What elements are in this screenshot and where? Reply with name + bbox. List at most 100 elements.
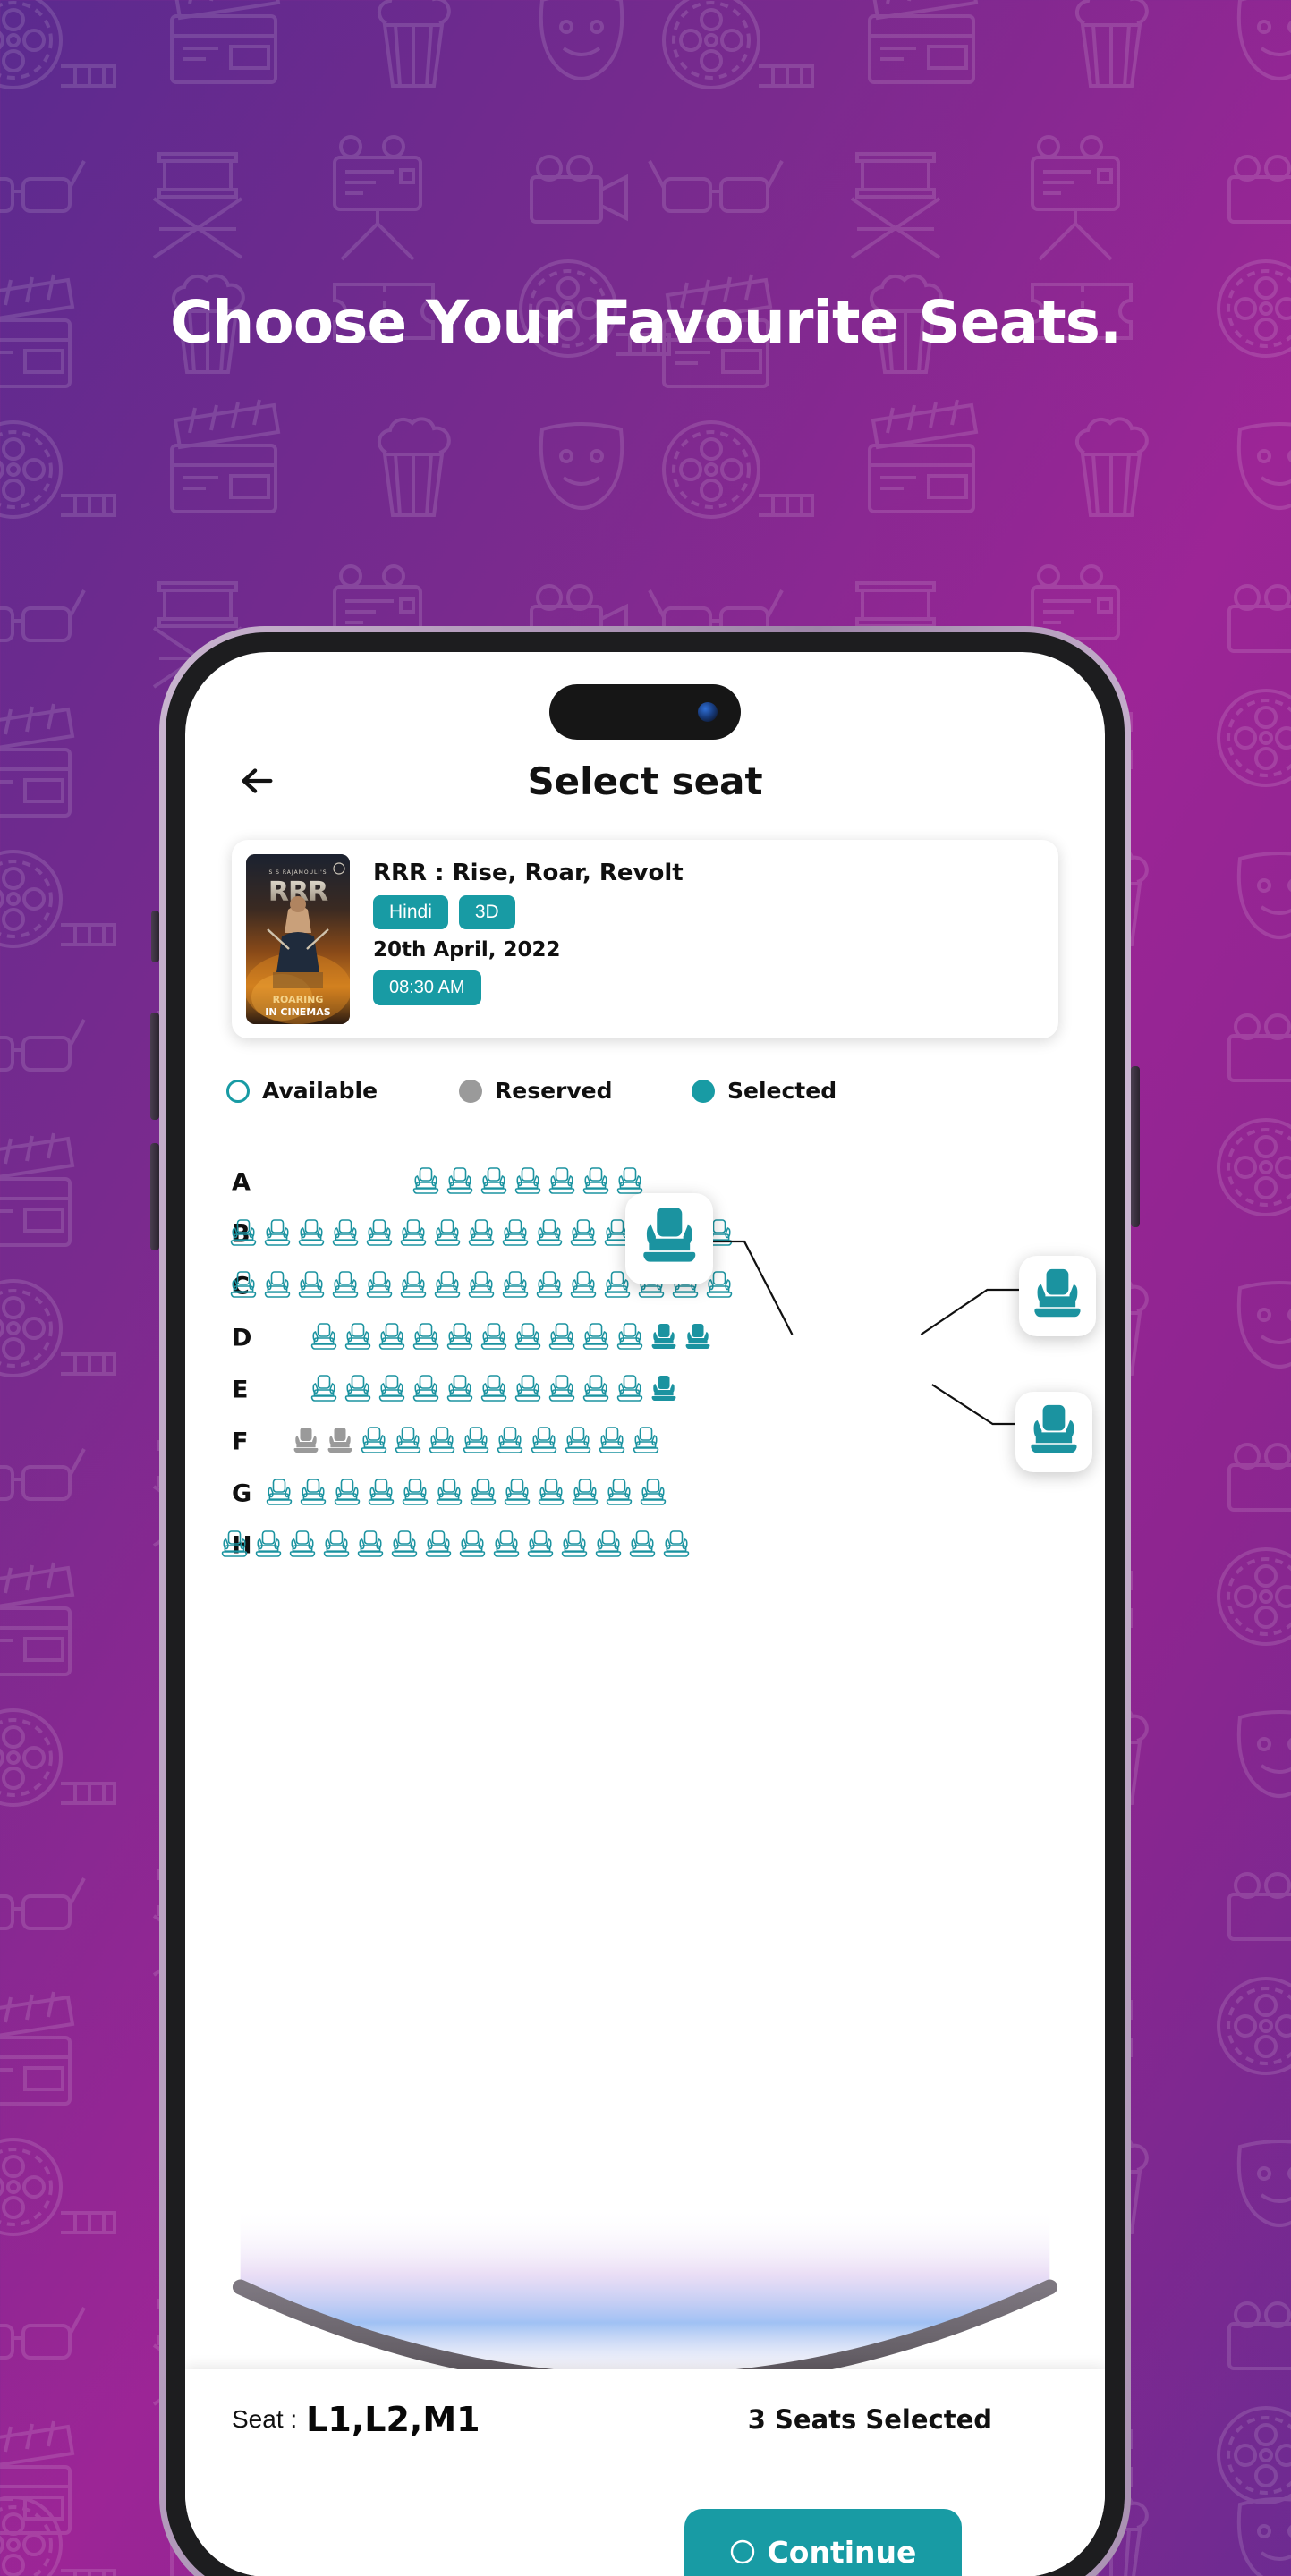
seat-G7[interactable] — [470, 1476, 497, 1512]
seat-C5[interactable] — [366, 1268, 393, 1304]
seat-B1[interactable] — [230, 1216, 257, 1252]
seat-C1[interactable] — [230, 1268, 257, 1304]
seat-G12[interactable] — [640, 1476, 667, 1512]
seat-E1[interactable] — [310, 1372, 337, 1408]
seat-H12[interactable] — [595, 1528, 622, 1563]
seat-D5[interactable] — [446, 1320, 473, 1356]
seat-F8[interactable] — [531, 1424, 557, 1460]
seat-G6[interactable] — [436, 1476, 463, 1512]
seat-A6[interactable] — [582, 1165, 609, 1200]
seat-G9[interactable] — [538, 1476, 565, 1512]
seat-F10[interactable] — [599, 1424, 625, 1460]
seat-G10[interactable] — [572, 1476, 599, 1512]
continue-button[interactable]: Continue — [684, 2509, 962, 2576]
seat-F3[interactable] — [361, 1424, 387, 1460]
language-chip[interactable]: Hindi — [373, 895, 448, 929]
seat-F7[interactable] — [497, 1424, 523, 1460]
seat-H10[interactable] — [527, 1528, 554, 1563]
seat-A2[interactable] — [446, 1165, 473, 1200]
seat-E2[interactable] — [344, 1372, 371, 1408]
seat-C7[interactable] — [434, 1268, 461, 1304]
seat-E4[interactable] — [412, 1372, 439, 1408]
seat-H2[interactable] — [255, 1528, 282, 1563]
seat-map[interactable]: ABCDEFGH — [185, 1156, 1105, 1746]
seat-D9[interactable] — [582, 1320, 609, 1356]
seat-F1[interactable] — [293, 1424, 319, 1460]
seat-E8[interactable] — [548, 1372, 575, 1408]
seat-B4[interactable] — [332, 1216, 359, 1252]
seat-B2[interactable] — [264, 1216, 291, 1252]
show-time-chip[interactable]: 08:30 AM — [373, 970, 481, 1005]
seat-F4[interactable] — [395, 1424, 421, 1460]
seat-E9[interactable] — [582, 1372, 609, 1408]
seat-H1[interactable] — [221, 1528, 248, 1563]
seat-C10[interactable] — [536, 1268, 563, 1304]
seat-A1[interactable] — [412, 1165, 439, 1200]
seat-H3[interactable] — [289, 1528, 316, 1563]
seat-G1[interactable] — [266, 1476, 293, 1512]
seat-D12[interactable] — [684, 1320, 711, 1356]
seat-A3[interactable] — [480, 1165, 507, 1200]
seat-G2[interactable] — [300, 1476, 327, 1512]
seat-G8[interactable] — [504, 1476, 531, 1512]
seat-E6[interactable] — [480, 1372, 507, 1408]
seat-F5[interactable] — [429, 1424, 455, 1460]
seat-F6[interactable] — [463, 1424, 489, 1460]
seat-F11[interactable] — [633, 1424, 659, 1460]
back-button[interactable] — [232, 756, 282, 806]
seat-B8[interactable] — [468, 1216, 495, 1252]
seat-B6[interactable] — [400, 1216, 427, 1252]
seat-B11[interactable] — [570, 1216, 597, 1252]
seat-D7[interactable] — [514, 1320, 541, 1356]
seat-B3[interactable] — [298, 1216, 325, 1252]
seat-D11[interactable] — [650, 1320, 677, 1356]
seat-C9[interactable] — [502, 1268, 529, 1304]
seat-E7[interactable] — [514, 1372, 541, 1408]
seat-H7[interactable] — [425, 1528, 452, 1563]
seat-H11[interactable] — [561, 1528, 588, 1563]
seat-C4[interactable] — [332, 1268, 359, 1304]
format-chip[interactable]: 3D — [458, 895, 515, 929]
movie-info-card[interactable]: RRR S S RAJAMOULI'S ROARING IN CINEMAS R… — [232, 840, 1058, 1038]
seat-D1[interactable] — [310, 1320, 337, 1356]
seat-B9[interactable] — [502, 1216, 529, 1252]
seat-B5[interactable] — [366, 1216, 393, 1252]
seat-C6[interactable] — [400, 1268, 427, 1304]
seat-H13[interactable] — [629, 1528, 656, 1563]
seat-G4[interactable] — [368, 1476, 395, 1512]
seat-A4[interactable] — [514, 1165, 541, 1200]
phone-volume-up-button[interactable] — [150, 1013, 159, 1120]
seat-D2[interactable] — [344, 1320, 371, 1356]
seat-F2[interactable] — [327, 1424, 353, 1460]
seat-A5[interactable] — [548, 1165, 575, 1200]
seat-E11[interactable] — [650, 1372, 677, 1408]
seat-B7[interactable] — [434, 1216, 461, 1252]
phone-volume-down-button[interactable] — [150, 1143, 159, 1250]
seat-D8[interactable] — [548, 1320, 575, 1356]
seat-F9[interactable] — [565, 1424, 591, 1460]
seat-G11[interactable] — [606, 1476, 633, 1512]
seat-H9[interactable] — [493, 1528, 520, 1563]
seat-D3[interactable] — [378, 1320, 405, 1356]
seat-H8[interactable] — [459, 1528, 486, 1563]
seat-D4[interactable] — [412, 1320, 439, 1356]
seat-E3[interactable] — [378, 1372, 405, 1408]
seat-H5[interactable] — [357, 1528, 384, 1563]
phone-silent-switch[interactable] — [151, 911, 159, 962]
seat-H6[interactable] — [391, 1528, 418, 1563]
seat-C11[interactable] — [570, 1268, 597, 1304]
seat-H14[interactable] — [663, 1528, 690, 1563]
seat-C3[interactable] — [298, 1268, 325, 1304]
seat-G3[interactable] — [334, 1476, 361, 1512]
seat-C8[interactable] — [468, 1268, 495, 1304]
seat-E5[interactable] — [446, 1372, 473, 1408]
seat-E10[interactable] — [616, 1372, 643, 1408]
seat-C2[interactable] — [264, 1268, 291, 1304]
seat-G5[interactable] — [402, 1476, 429, 1512]
phone-screen: Select seat RRR S S RAJAMOULI'S ROARING … — [185, 652, 1105, 2576]
seat-D10[interactable] — [616, 1320, 643, 1356]
seat-B10[interactable] — [536, 1216, 563, 1252]
seat-H4[interactable] — [323, 1528, 350, 1563]
seat-D6[interactable] — [480, 1320, 507, 1356]
phone-power-button[interactable] — [1131, 1066, 1140, 1227]
